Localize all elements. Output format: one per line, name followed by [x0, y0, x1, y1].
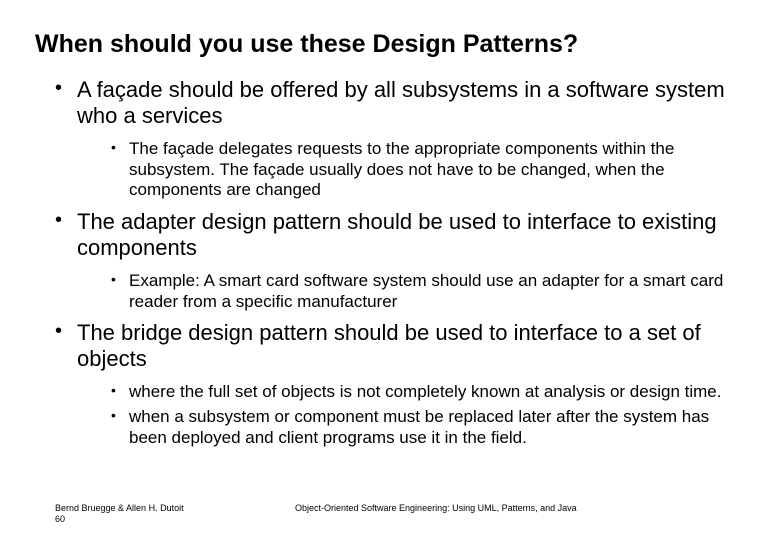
bullet-text: The adapter design pattern should be use… — [77, 209, 717, 260]
slide-title: When should you use these Design Pattern… — [35, 30, 745, 59]
bullet-item: The adapter design pattern should be use… — [55, 209, 745, 312]
footer-page-number: 60 — [55, 514, 255, 526]
sub-bullet-item: The façade delegates requests to the app… — [111, 139, 745, 201]
sub-bullet-item: Example: A smart card software system sh… — [111, 271, 745, 312]
bullet-list-level2: Example: A smart card software system sh… — [77, 271, 745, 312]
sub-bullet-item: where the full set of objects is not com… — [111, 382, 745, 403]
footer-authors: Bernd Bruegge & Allen H. Dutoit — [55, 503, 255, 515]
bullet-text: The bridge design pattern should be used… — [77, 320, 701, 371]
footer-book-title: Object-Oriented Software Engineering: Us… — [255, 503, 745, 526]
bullet-list-level2: The façade delegates requests to the app… — [77, 139, 745, 201]
bullet-item: A façade should be offered by all subsys… — [55, 77, 745, 201]
slide-footer: Bernd Bruegge & Allen H. Dutoit 60 Objec… — [55, 503, 745, 526]
footer-authors-block: Bernd Bruegge & Allen H. Dutoit 60 — [55, 503, 255, 526]
sub-bullet-item: when a subsystem or component must be re… — [111, 407, 745, 448]
bullet-list-level1: A façade should be offered by all subsys… — [35, 77, 745, 449]
bullet-item: The bridge design pattern should be used… — [55, 320, 745, 448]
bullet-text: A façade should be offered by all subsys… — [77, 77, 725, 128]
bullet-list-level2: where the full set of objects is not com… — [77, 382, 745, 448]
